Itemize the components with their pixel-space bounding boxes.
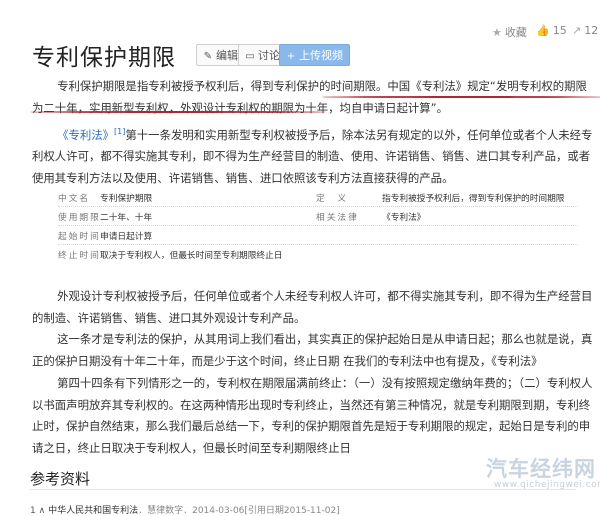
reference-item: 1 ∧ 中华人民共和国专利法．慧律数字．2014-03-06[引用日期2015-…	[30, 503, 340, 516]
termination-paragraph: 第四十四条有下列情形之一的，专利权在期限届满前终止：（一）没有按照规定缴纳年费的…	[32, 376, 593, 455]
highlight-underline	[322, 96, 600, 98]
edit-button-label: 编辑	[216, 49, 238, 62]
highlight-underline	[30, 111, 326, 113]
reference-arrow-icon: ∧	[38, 506, 46, 516]
table-value: 指专利被授予权利后，得到专利保护的时间期限	[382, 194, 565, 204]
table-key: 使用期限	[58, 213, 101, 223]
favorite-label: 收藏	[504, 26, 527, 39]
table-divider	[58, 206, 578, 207]
upload-video-button[interactable]: + 上传视频	[279, 44, 350, 66]
reference-link[interactable]: 中华人民共和国专利法	[48, 506, 138, 516]
table-value: 专利保护期限	[100, 194, 153, 204]
table-key: 中文名	[58, 194, 91, 204]
share-count: 12	[584, 24, 599, 37]
pencil-icon: ✎	[203, 51, 213, 62]
star-icon: ★	[492, 26, 502, 39]
reference-number: 1	[30, 506, 36, 516]
table-value: 二十年、十年	[100, 213, 153, 223]
like-button[interactable]: 👍 15	[536, 24, 567, 37]
watermark-url: www.qichejingwei.com	[494, 480, 600, 490]
share-button[interactable]: ↗ 12	[572, 24, 598, 37]
info-table: 中文名 专利保护期限 定 义 指专利被授予权利后，得到专利保护的时间期限 使用期…	[58, 191, 588, 261]
citation-ref[interactable]: [1]	[114, 127, 125, 136]
reference-meta: ．慧律数字．2014-03-06[引用日期2015-11-02]	[138, 506, 340, 516]
table-divider	[58, 225, 578, 226]
table-key: 定 义	[316, 194, 349, 204]
discuss-button-label: 讨论	[258, 49, 280, 62]
share-icon: ↗	[572, 24, 582, 37]
watermark-logo: 汽车经纬网	[486, 457, 596, 481]
references-heading: 参考资料	[30, 470, 91, 488]
table-value: 申请日起计算	[100, 232, 153, 242]
table-divider	[58, 244, 578, 245]
table-key: 起始时间	[58, 232, 101, 242]
table-value: 取决于专利权人，但最长时间至专利期限终止日	[100, 251, 283, 261]
protection-start-paragraph: 这一条才是专利法的保护，从其用词上我们看出，其实真正的保护起始日是从申请日起；那…	[32, 332, 593, 368]
table-key: 终止时间	[58, 251, 101, 261]
upload-video-button-label: 上传视频	[299, 49, 343, 62]
page-title: 专利保护期限	[32, 45, 176, 71]
table-key: 相关法律	[316, 213, 359, 223]
like-count: 15	[552, 24, 567, 37]
thumbs-up-icon: 👍	[536, 24, 550, 37]
patent-law-link[interactable]: 《专利法》	[57, 128, 114, 142]
comment-icon: ▭	[245, 51, 255, 62]
design-patent-paragraph: 外观设计专利权被授予后，任何单位或者个人未经专利权人许可，都不得实施其专利，即不…	[32, 289, 593, 325]
table-value[interactable]: 《专利法》	[382, 210, 425, 223]
favorite-button[interactable]: ★ 收藏	[492, 24, 527, 40]
plus-icon: +	[286, 51, 296, 62]
law-paragraph: 《专利法》[1]第十一条发明和实用新型专利权被授予后，除本法另有规定的以外，任何…	[32, 127, 593, 185]
